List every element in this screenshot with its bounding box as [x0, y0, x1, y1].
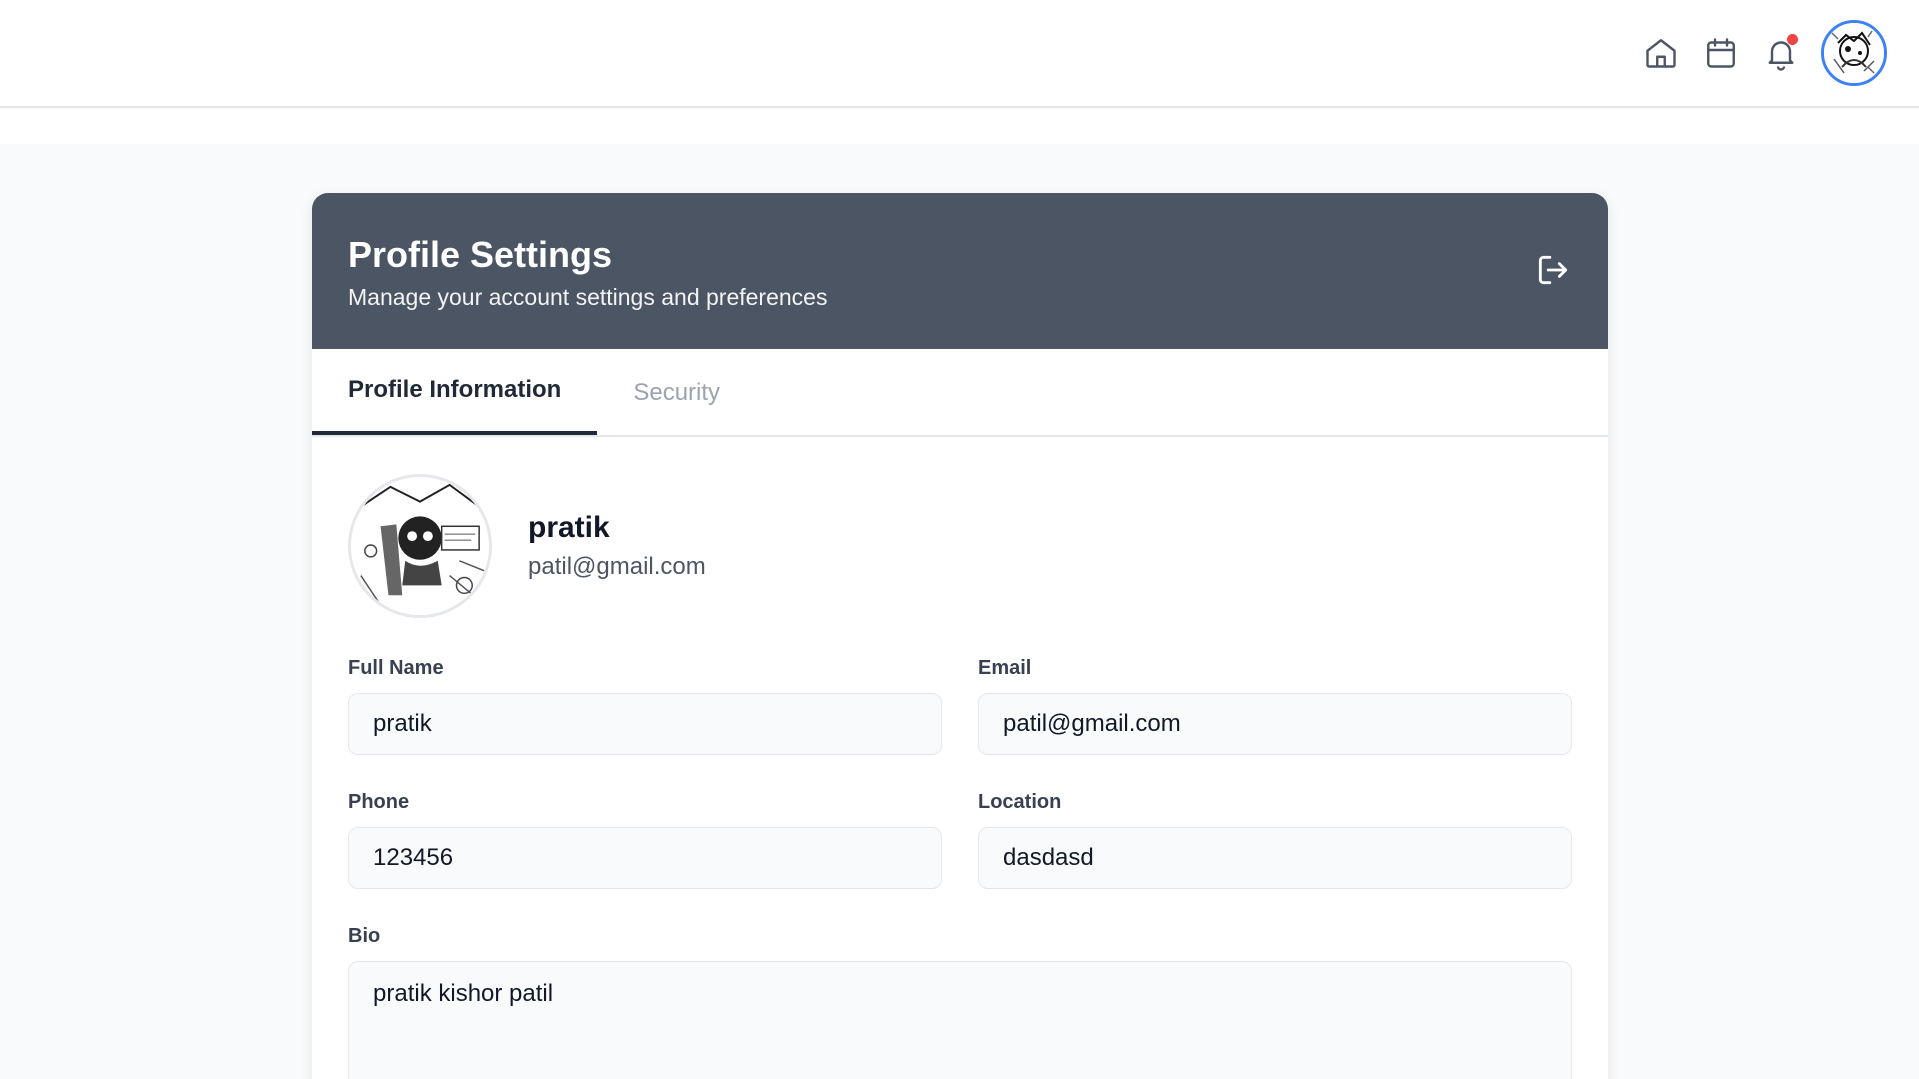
full-name-field-group: Full Name pratik [348, 657, 942, 755]
profile-meta: pratik patil@gmail.com [528, 511, 706, 581]
email-field-group: Email patil@gmail.com [978, 657, 1572, 755]
page-content: Profile Settings Manage your account set… [0, 144, 1919, 1079]
card-header: Profile Settings Manage your account set… [312, 193, 1608, 349]
page-subtitle: Manage your account settings and prefere… [348, 284, 828, 311]
profile-name: pratik [528, 511, 610, 544]
profile-settings-card: Profile Settings Manage your account set… [312, 193, 1608, 1079]
phone-label: Phone [348, 791, 410, 813]
phone-field-group: Phone 123456 [348, 791, 942, 889]
home-icon [1646, 39, 1676, 68]
profile-email: patil@gmail.com [528, 553, 706, 580]
logout-icon [1538, 255, 1568, 285]
bio-field-group: Bio pratik kishor patil [348, 925, 1572, 1079]
bio-label: Bio [348, 925, 381, 947]
calendar-button[interactable] [1701, 33, 1741, 73]
profile-avatar[interactable] [348, 474, 492, 618]
profile-summary: pratik patil@gmail.com [348, 473, 1572, 619]
location-field-group: Location dasdasd [978, 791, 1572, 889]
tab-profile-information[interactable]: Profile Information [312, 349, 598, 435]
email-input[interactable]: patil@gmail.com [978, 693, 1572, 755]
email-label: Email [978, 657, 1032, 679]
avatar-image [351, 477, 489, 615]
notifications-button[interactable] [1761, 33, 1801, 73]
nav-icon-group [1621, 20, 1887, 86]
logout-button[interactable] [1534, 251, 1572, 289]
page-title: Profile Settings [348, 234, 613, 275]
notification-dot [1787, 34, 1798, 45]
avatar-image [1824, 23, 1884, 83]
card-body: pratik patil@gmail.com Full Name pratik … [312, 437, 1608, 1079]
tab-security[interactable]: Security [597, 349, 756, 437]
settings-tabs: Profile Information Security [312, 349, 1608, 437]
top-navbar [0, 0, 1919, 108]
home-button[interactable] [1641, 33, 1681, 73]
location-input[interactable]: dasdasd [978, 827, 1572, 889]
phone-input[interactable]: 123456 [348, 827, 942, 889]
bio-textarea[interactable]: pratik kishor patil [348, 961, 1572, 1079]
full-name-input[interactable]: pratik [348, 693, 942, 755]
location-label: Location [978, 791, 1062, 813]
calendar-icon [1707, 38, 1735, 68]
user-avatar-button[interactable] [1821, 20, 1887, 86]
full-name-label: Full Name [348, 657, 444, 679]
